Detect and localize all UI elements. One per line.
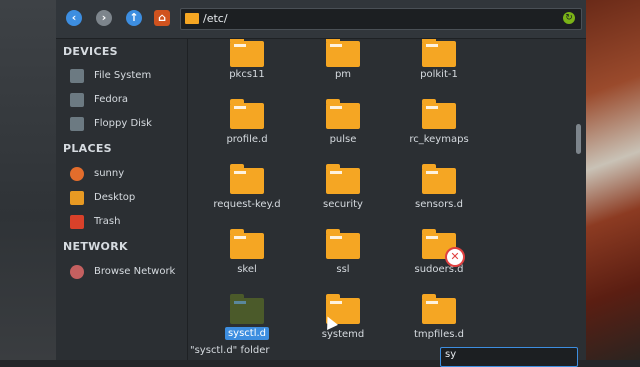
sidebar-item-label: sunny	[94, 168, 125, 179]
drive-icon	[70, 93, 84, 107]
vertical-scrollbar[interactable]	[576, 40, 582, 358]
file-item-security[interactable]: security	[298, 164, 388, 224]
file-name: sudoers.d	[414, 264, 464, 275]
reload-icon[interactable]: ↻	[563, 12, 575, 24]
folder-icon	[230, 99, 264, 129]
folder-icon	[230, 229, 264, 259]
file-item-sudoers-d[interactable]: ✕ sudoers.d	[394, 229, 484, 289]
section-title-devices: DEVICES	[63, 45, 118, 58]
file-item-request-key-d[interactable]: request-key.d	[202, 164, 292, 224]
folder-icon	[422, 99, 456, 129]
folder-icon	[326, 99, 360, 129]
folder-icon	[422, 164, 456, 194]
file-item-pkcs11[interactable]: pkcs11	[202, 39, 292, 99]
file-view: pkcs11 pm polkit-1 profile.d pulse rc_ke…	[188, 39, 586, 360]
section-title-network: NETWORK	[63, 240, 128, 253]
file-manager-window: ‹ › ↑ ⌂ /etc/ ↻ DEVICES File System Fedo…	[56, 0, 586, 367]
drive-icon	[70, 69, 84, 83]
file-name: pkcs11	[229, 69, 265, 80]
sidebar-item-browse-network[interactable]: Browse Network	[70, 263, 182, 281]
file-name: rc_keymaps	[409, 134, 469, 145]
file-item-sensors-d[interactable]: sensors.d	[394, 164, 484, 224]
network-icon	[70, 265, 84, 279]
folder-icon	[422, 294, 456, 324]
scrollbar-thumb[interactable]	[576, 124, 581, 154]
sidebar-item-desktop[interactable]: Desktop	[70, 189, 182, 207]
folder-icon	[326, 164, 360, 194]
folder-icon	[230, 294, 264, 324]
file-item-profile-d[interactable]: profile.d	[202, 99, 292, 159]
file-name: polkit-1	[420, 69, 458, 80]
file-item-skel[interactable]: skel	[202, 229, 292, 289]
folder-icon	[230, 39, 264, 67]
arrow-left-icon[interactable]: ‹	[66, 10, 82, 26]
sidebar-item-trash[interactable]: Trash	[70, 213, 182, 231]
section-title-places: PLACES	[63, 142, 112, 155]
desktop-background-left	[0, 0, 56, 360]
file-name: ssl	[336, 264, 350, 275]
sidebar-item-floppy-disk[interactable]: Floppy Disk	[70, 115, 182, 133]
sidebar-item-label: File System	[94, 70, 152, 81]
toolbar: ‹ › ↑ ⌂ /etc/ ↻	[56, 0, 586, 39]
file-name: security	[323, 199, 363, 210]
file-name: pm	[334, 69, 352, 80]
file-name: request-key.d	[213, 199, 281, 210]
trash-icon	[70, 215, 84, 229]
arrow-up-icon[interactable]: ↑	[126, 10, 142, 26]
sidebar-item-label: Trash	[94, 216, 121, 227]
arrow-right-icon[interactable]: ›	[96, 10, 112, 26]
folder-icon	[185, 13, 199, 24]
folder-icon	[230, 164, 264, 194]
location-path[interactable]: /etc/	[203, 12, 228, 25]
sidebar-item-file-system[interactable]: File System	[70, 67, 182, 85]
desktop-background-right	[586, 0, 640, 360]
folder-icon	[422, 39, 456, 67]
sidebar-item-fedora[interactable]: Fedora	[70, 91, 182, 109]
file-item-polkit-1[interactable]: polkit-1	[394, 39, 484, 99]
type-ahead-search-input[interactable]: sy	[440, 347, 578, 367]
home-icon	[70, 167, 84, 181]
file-item-pulse[interactable]: pulse	[298, 99, 388, 159]
sidebar-item-label: Floppy Disk	[94, 118, 152, 129]
sidebar-item-label: Desktop	[94, 192, 136, 203]
folder-icon	[326, 229, 360, 259]
file-name: pulse	[329, 134, 357, 145]
file-item-pm[interactable]: pm	[298, 39, 388, 99]
file-name: profile.d	[226, 134, 268, 145]
file-name: sysctl.d	[224, 327, 270, 340]
file-name-selected: sysctl.d	[202, 327, 292, 340]
sidebar-item-sunny[interactable]: sunny	[70, 165, 182, 183]
file-name: tmpfiles.d	[414, 329, 464, 340]
file-item-rc-keymaps[interactable]: rc_keymaps	[394, 99, 484, 159]
location-bar[interactable]: /etc/ ↻	[180, 8, 582, 30]
file-name: systemd	[321, 329, 365, 340]
folder-icon	[326, 39, 360, 67]
home-icon[interactable]: ⌂	[154, 10, 170, 26]
status-text: "sysctl.d" folder	[190, 345, 270, 356]
sidebar-item-label: Browse Network	[94, 266, 176, 277]
file-item-ssl[interactable]: ssl	[298, 229, 388, 289]
sidebar: DEVICES File System Fedora Floppy Disk P…	[56, 39, 188, 360]
desktop-icon	[70, 191, 84, 205]
floppy-icon	[70, 117, 84, 131]
file-name: skel	[237, 264, 257, 275]
sidebar-item-label: Fedora	[94, 94, 129, 105]
file-name: sensors.d	[415, 199, 463, 210]
